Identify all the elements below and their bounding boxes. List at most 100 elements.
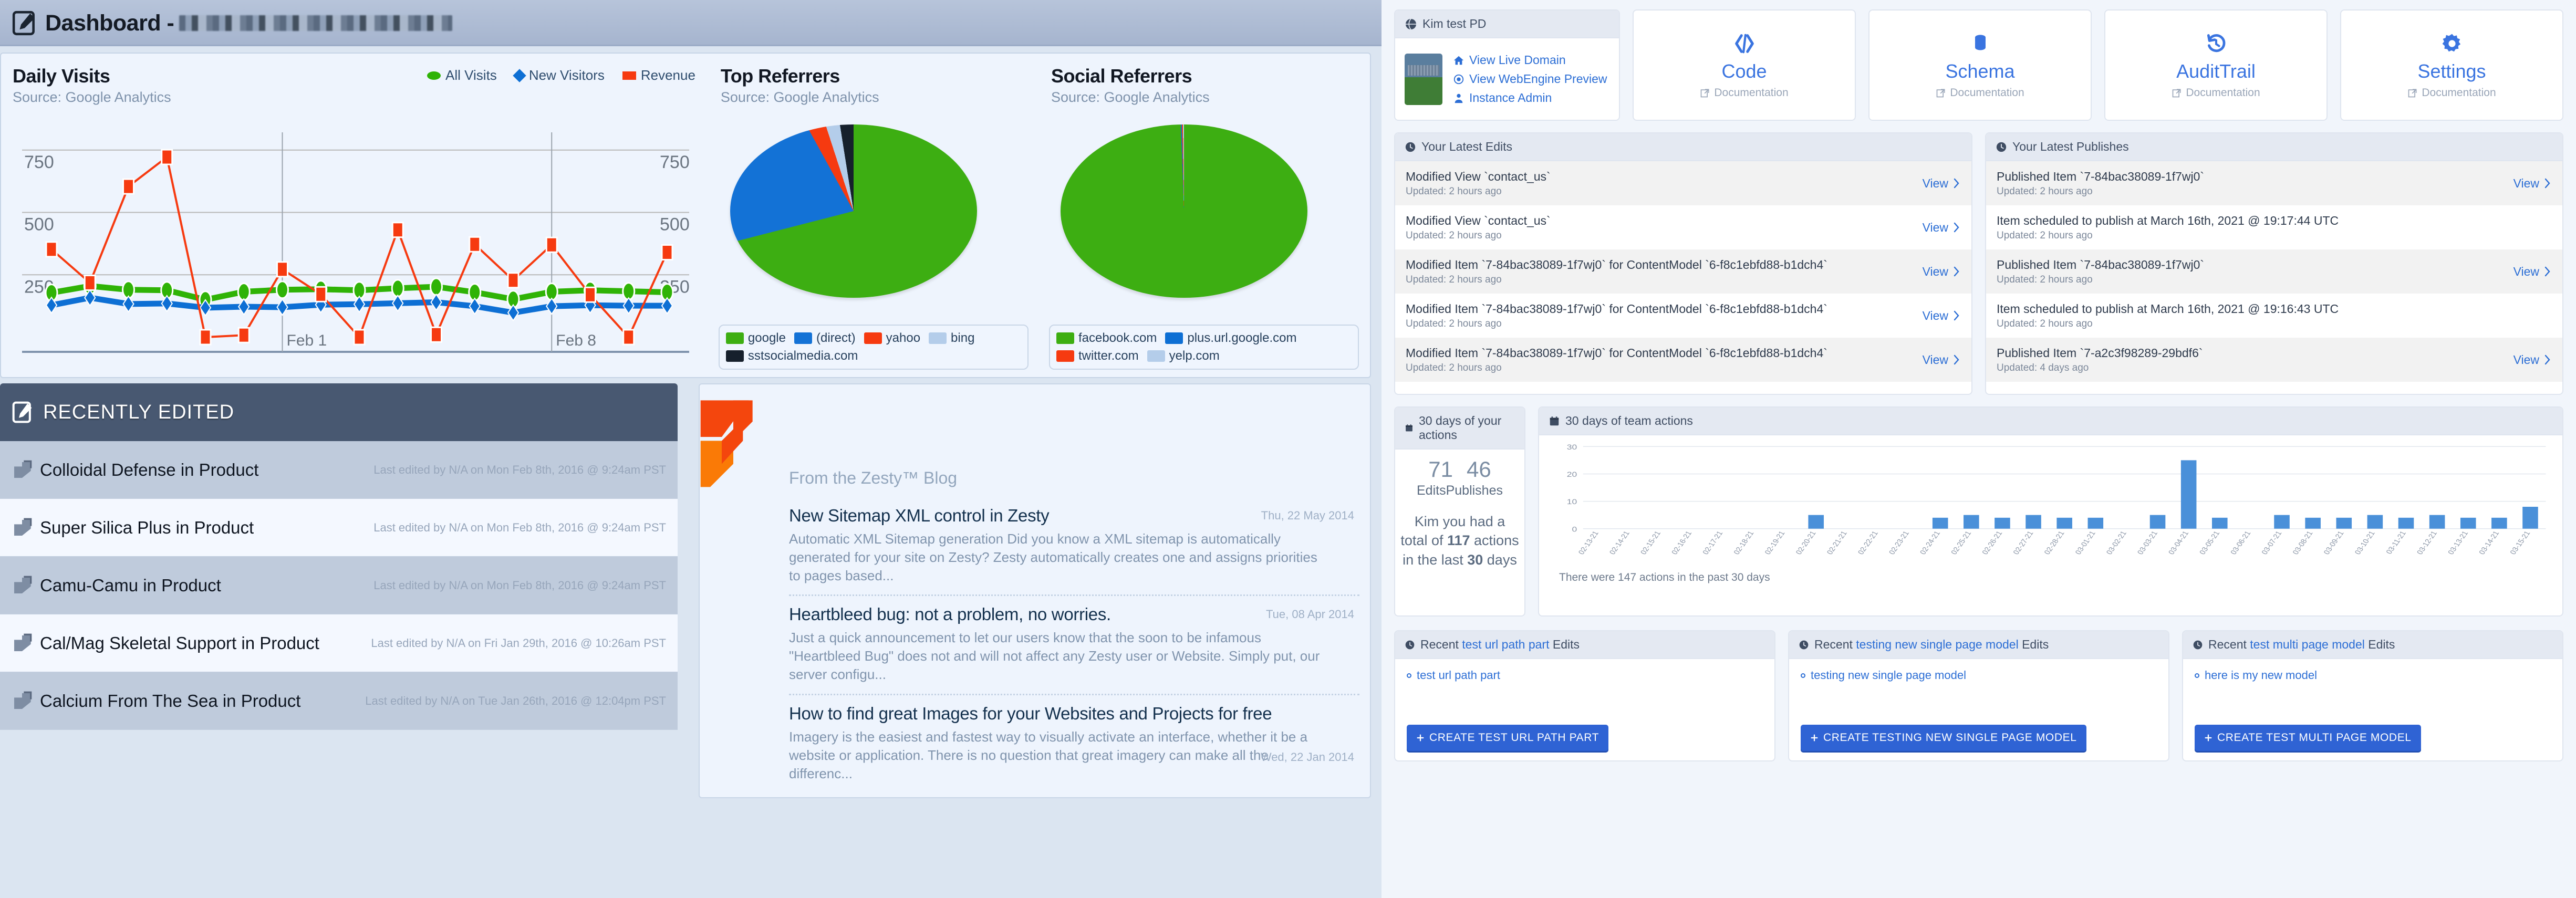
legend-label: google [747, 331, 786, 345]
team-actions-body: 0 10 20 30 02-13-21 02-14-21 02-15-21 02-16-21 0… [1539, 435, 2562, 615]
list-item[interactable]: Camu-Camu in Product Last edited by N/A … [0, 557, 678, 614]
share-edit-icon [14, 518, 32, 536]
list-item[interactable]: Thu, 22 May 2014 New Sitemap XML control… [789, 497, 1359, 597]
nav-card-code[interactable]: Code Documentation [1633, 9, 1856, 121]
svg-text:03-04-21: 03-04-21 [2167, 530, 2190, 556]
your-actions-title: 30 days of your actions [1419, 414, 1502, 442]
plus-icon [1811, 734, 1818, 742]
view-link[interactable]: View [1923, 309, 1961, 323]
chevron-right-icon [2544, 354, 2550, 365]
share-edit-icon [14, 633, 32, 651]
list-item[interactable]: Published Item `7-84bac38089-1f7wj0` Upd… [1986, 249, 2562, 294]
recently-edited-header: RECENTLY EDITED [0, 383, 678, 441]
svg-text:02-24-21: 02-24-21 [1918, 530, 1942, 556]
clock-icon [1405, 142, 1416, 152]
list-item[interactable]: testing new single page model [1801, 669, 2157, 682]
item-label: here is my new model [2205, 669, 2317, 682]
row-text: Published Item `7-84bac38089-1f7wj0` Upd… [1997, 258, 2513, 286]
list-item[interactable]: Published Item `7-84bac38089-1f7wj0` Upd… [1986, 161, 2562, 205]
share-edit-icon [14, 460, 32, 478]
instance-admin-link[interactable]: Instance Admin [1453, 91, 1607, 105]
svg-text:0: 0 [1572, 526, 1577, 534]
daily-visits-legend: All Visits New Visitors Revenue [427, 67, 695, 83]
svg-text:02-19-21: 02-19-21 [1763, 530, 1786, 556]
list-item[interactable]: Item scheduled to publish at March 16th,… [1986, 294, 2562, 338]
nav-card-audittrail-doc[interactable]: Documentation [2172, 87, 2260, 99]
nav-card-code-doc[interactable]: Documentation [1700, 87, 1789, 99]
post-date: Tue, 08 Apr 2014 [1266, 608, 1354, 621]
clock-icon [1405, 640, 1415, 649]
list-item[interactable]: Tue, 08 Apr 2014 Heartbleed bug: not a p… [789, 596, 1359, 695]
screenshot-root: Dashboard - Daily Visits Source: Google … [0, 0, 2576, 898]
zesty-manager-app: Kim test PD View Live Domain View WebEng… [1382, 0, 2576, 898]
view-webengine-preview-link[interactable]: View WebEngine Preview [1453, 72, 1607, 86]
latest-edits-header: Your Latest Edits [1395, 133, 1971, 161]
list-item: (direct) [794, 331, 856, 346]
list-item[interactable]: Calcium From The Sea in Product Last edi… [0, 672, 678, 730]
your-actions-card: 30 days of your actions 71 46 Edits Publi… [1394, 406, 1525, 617]
window-titlebar: Dashboard - [0, 0, 1382, 46]
model-name-link[interactable]: test multi page model [2250, 638, 2365, 651]
model-name-link[interactable]: testing new single page model [1856, 638, 2018, 651]
nav-card-schema[interactable]: Schema Documentation [1868, 9, 2092, 121]
chevron-right-icon [1954, 178, 1959, 189]
list-item[interactable]: test url path part [1407, 669, 1763, 682]
create-model-button-label: CREATE TEST URL PATH PART [1429, 732, 1599, 744]
create-model-button[interactable]: CREATE TESTING NEW SINGLE PAGE MODEL [1801, 725, 2086, 751]
nav-card-schema-label: Schema [1945, 60, 2015, 82]
create-model-button[interactable]: CREATE TEST URL PATH PART [1407, 725, 1609, 751]
legend-label: plus.url.google.com [1187, 331, 1297, 345]
row-updated: Updated: 2 hours ago [1997, 229, 2093, 241]
doc-label: Documentation [2422, 87, 2496, 99]
list-item[interactable]: here is my new model [2195, 669, 2551, 682]
legend-label: twitter.com [1078, 349, 1139, 363]
legend-label: (direct) [816, 331, 856, 345]
row-updated: Updated: 2 hours ago [1406, 274, 1502, 285]
view-link[interactable]: View [1923, 265, 1961, 279]
view-link[interactable]: View [1923, 353, 1961, 367]
external-link-icon [2173, 89, 2181, 98]
view-link[interactable]: View [1923, 221, 1961, 235]
recent-model-header: Recent test url path part Edits [1395, 631, 1774, 659]
list-item: facebook.com [1056, 331, 1157, 346]
view-webengine-preview-label: View WebEngine Preview [1469, 72, 1607, 86]
view-link[interactable]: View [2513, 265, 2552, 279]
list-item[interactable]: Published Item `7-a2c3f98289-29bdf6` Upd… [1986, 338, 2562, 382]
list-item[interactable]: Cal/Mag Skeletal Support in Product Last… [0, 614, 678, 672]
action-counts: 71 46 [1400, 457, 1519, 482]
list-item[interactable]: Colloidal Defense in Product Last edited… [0, 441, 678, 499]
create-model-button[interactable]: CREATE TEST MULTI PAGE MODEL [2195, 725, 2421, 751]
view-link[interactable]: View [2513, 176, 2552, 191]
view-link[interactable]: View [1923, 176, 1961, 191]
list-item[interactable]: Modified Item `7-84bac38089-1f7wj0` for … [1395, 338, 1971, 382]
nav-card-schema-doc[interactable]: Documentation [1936, 87, 2024, 99]
legend-label: facebook.com [1078, 331, 1157, 345]
list-item[interactable]: Modified Item `7-84bac38089-1f7wj0` for … [1395, 249, 1971, 294]
list-item[interactable]: Wed, 22 Jan 2014 How to find great Image… [789, 695, 1359, 792]
publishes-count: 46 [1467, 457, 1491, 482]
svg-text:750: 750 [660, 152, 690, 172]
row-text: Item scheduled to publish at March 16th,… [1997, 302, 2552, 330]
nav-card-audittrail[interactable]: AuditTrail Documentation [2104, 9, 2328, 121]
post-title[interactable]: How to find great Images for your Websit… [789, 704, 1359, 724]
social-referrers-pie [1060, 124, 1307, 298]
your-actions-body: 71 46 Edits Publishes Kim you had a total… [1395, 450, 1524, 615]
recent-model-body: here is my new model CREATE TEST MULTI P… [2183, 659, 2562, 760]
home-icon [1453, 56, 1464, 65]
view-link[interactable]: View [2513, 353, 2552, 367]
view-live-domain-link[interactable]: View Live Domain [1453, 53, 1607, 67]
list-item[interactable]: Modified View `contact_us` Updated: 2 ho… [1395, 205, 1971, 249]
nav-card-settings-doc[interactable]: Documentation [2407, 87, 2496, 99]
blurb-post: days [1483, 551, 1517, 568]
model-name-link[interactable]: test url path part [1462, 638, 1549, 651]
nav-card-settings[interactable]: Settings Documentation [2340, 9, 2563, 121]
list-item[interactable]: Super Silica Plus in Product Last edited… [0, 499, 678, 557]
list-item[interactable]: Item scheduled to publish at March 16th,… [1986, 205, 2562, 249]
legend-swatch-icon [864, 332, 882, 344]
recent-model-header: Recent test multi page model Edits [2183, 631, 2562, 659]
blurb-total: 117 [1447, 532, 1470, 549]
latest-publishes-title: Your Latest Publishes [2012, 140, 2129, 153]
list-item[interactable]: Modified View `contact_us` Updated: 2 ho… [1395, 161, 1971, 205]
list-item[interactable]: Modified Item `7-84bac38089-1f7wj0` for … [1395, 294, 1971, 338]
actions-row: 30 days of your actions 71 46 Edits Publi… [1394, 406, 2563, 617]
